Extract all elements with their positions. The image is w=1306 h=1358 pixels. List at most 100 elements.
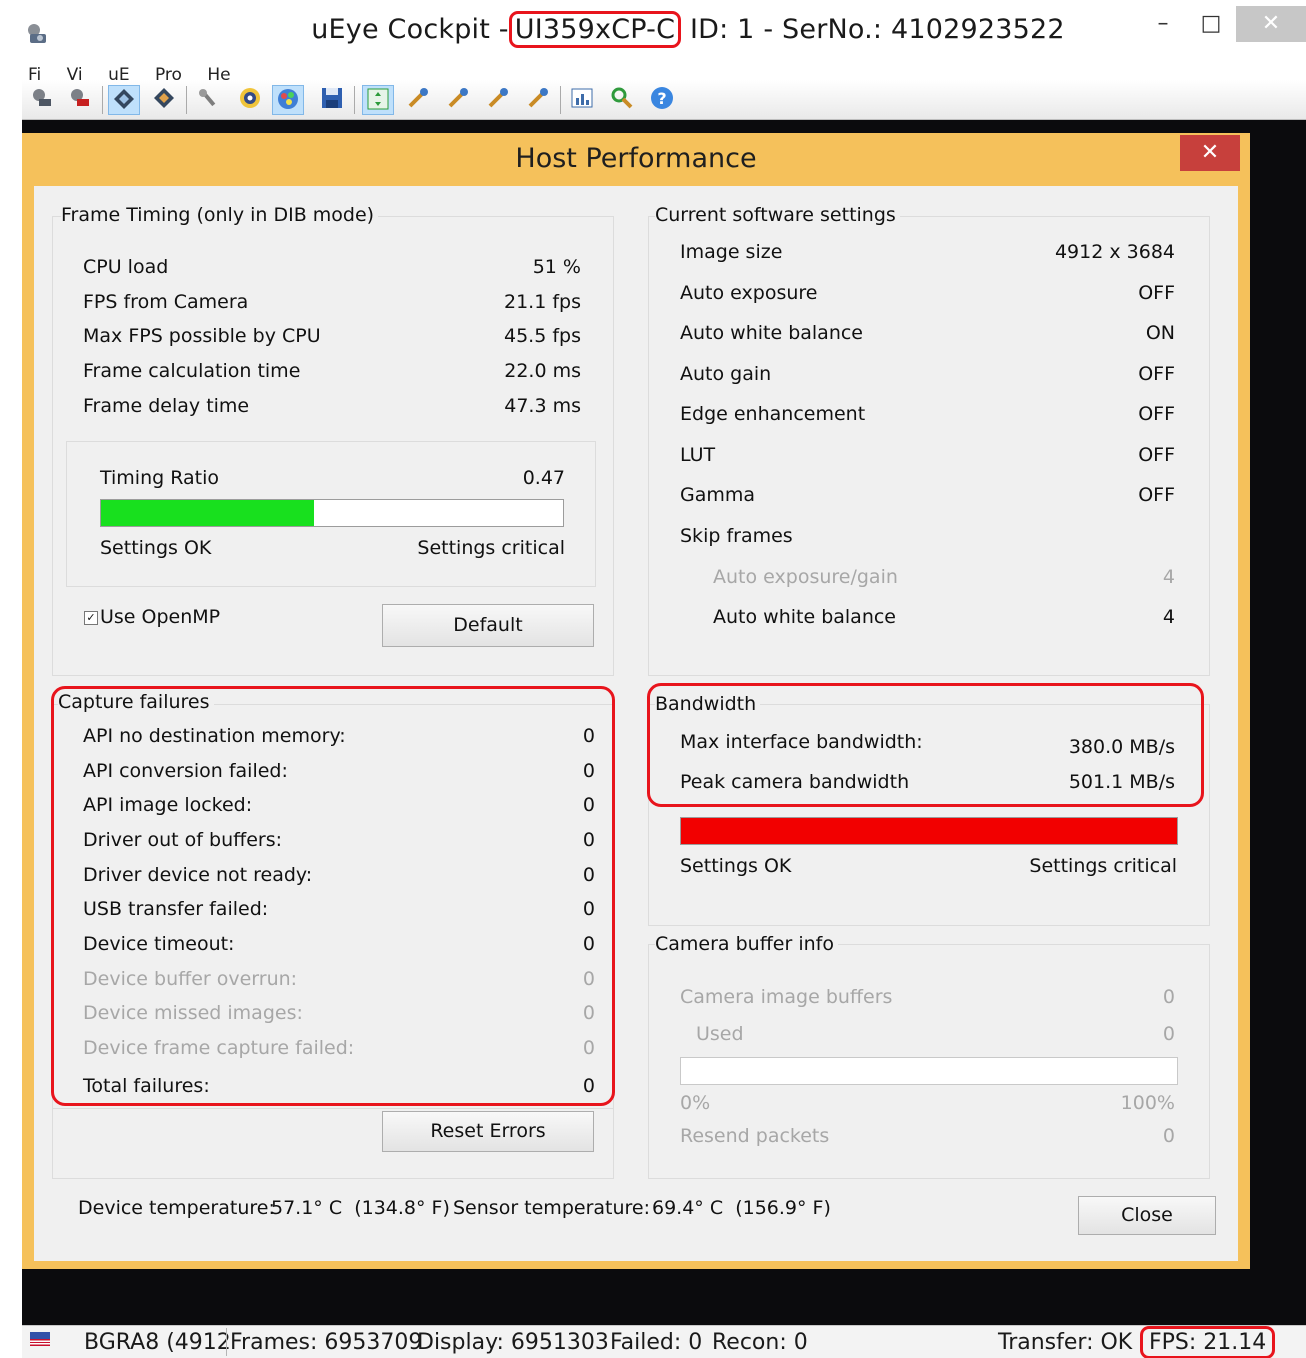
frame-delay-time-label: Frame delay time (83, 395, 250, 417)
close-button[interactable]: Close (1078, 1196, 1216, 1235)
buffers-used-label: Used (696, 1023, 744, 1045)
skip-auto-exposure-gain-value: 4 (1162, 566, 1175, 588)
gamma-value: OFF (1138, 484, 1175, 506)
failure-missed-images-value: 0 (582, 1002, 595, 1024)
zoom-1-2-icon[interactable] (442, 85, 474, 115)
resend-packets-label: Resend packets (680, 1125, 830, 1147)
max-interface-bandwidth-label: Max interface bandwidth: (680, 731, 923, 753)
histogram-icon[interactable] (566, 85, 598, 115)
live-video-icon[interactable] (108, 85, 140, 115)
failure-usb-transfer-label: USB transfer failed: (83, 898, 269, 920)
buffer-usage-bar (680, 1057, 1178, 1085)
window-title-suffix: ID: 1 - SerNo.: 4102923522 (689, 14, 1065, 45)
resend-packets-value: 0 (1162, 1125, 1175, 1147)
camera-image-buffers-value: 0 (1162, 986, 1175, 1008)
dialog-body: Frame Timing (only in DIB mode) CPU load… (34, 186, 1238, 1261)
device-temperature-label: Device temperature: (78, 1197, 275, 1219)
status-failed: Failed: 0 (610, 1330, 703, 1355)
lut-label: LUT (680, 444, 716, 466)
status-display: Display: 6951303 (417, 1330, 609, 1355)
failure-api-no-dest-value: 0 (582, 725, 595, 747)
frame-calc-time-label: Frame calculation time (83, 360, 301, 382)
bandwidth-bar (680, 817, 1178, 845)
menu-file[interactable]: Fi (22, 65, 41, 80)
frame-timing-title: Frame Timing (only in DIB mode) (61, 204, 379, 226)
timing-ratio-value: 0.47 (522, 467, 565, 489)
menu-view[interactable]: Vi (61, 65, 83, 80)
buffers-used-value: 0 (1162, 1023, 1175, 1045)
use-openmp-label: Use OpenMP (100, 606, 221, 628)
edge-enhancement-label: Edge enhancement (680, 403, 866, 425)
max-fps-cpu-value: 45.5 fps (504, 325, 581, 347)
buffer-max-label: 100% (1120, 1092, 1175, 1114)
menu-properties[interactable]: Pro (149, 65, 182, 80)
minimize-button[interactable]: – (1140, 6, 1186, 42)
frame-calc-time-value: 22.0 ms (504, 360, 581, 382)
window-titlebar: uEye Cockpit - UI359xCP-C ID: 1 - SerNo.:… (0, 0, 1306, 62)
bandwidth-settings-critical-label: Settings critical (1029, 855, 1177, 877)
sensor-temperature-value: 69.4° C (156.9° F) (652, 1197, 831, 1219)
failure-driver-not-ready-label: Driver device not ready: (83, 864, 313, 886)
maximize-button[interactable]: □ (1188, 6, 1234, 42)
failure-buffer-overrun-label: Device buffer overrun: (83, 968, 298, 990)
sensor-temperature-label: Sensor temperature: (453, 1197, 650, 1219)
window-close-button[interactable]: ✕ (1236, 6, 1306, 42)
zoom-2-1-icon[interactable] (522, 85, 554, 115)
save-icon[interactable] (316, 85, 348, 115)
failure-api-conversion-value: 0 (582, 760, 595, 782)
camera-image-buffers-label: Camera image buffers (680, 986, 893, 1008)
zoom-1-4-icon[interactable] (482, 85, 514, 115)
timing-settings-critical-label: Settings critical (417, 537, 565, 559)
timing-ratio-bar-fill (101, 500, 314, 526)
gamma-label: Gamma (680, 484, 756, 506)
svg-text:?: ? (657, 89, 666, 108)
frame-delay-time-value: 47.3 ms (504, 395, 581, 417)
fps-from-camera-value: 21.1 fps (504, 291, 581, 313)
peak-camera-bandwidth-label: Peak camera bandwidth (680, 771, 910, 793)
help-icon[interactable]: ? (646, 85, 678, 115)
menu-help[interactable]: He (201, 65, 230, 80)
menu-bar: Fi Vi uE Pro He (22, 62, 1306, 80)
edge-enhancement-value: OFF (1138, 403, 1175, 425)
status-format: BGRA8 (4912 (84, 1330, 231, 1355)
bandwidth-settings-ok-label: Settings OK (680, 855, 792, 877)
failure-buffer-overrun-value: 0 (582, 968, 595, 990)
dialog-close-button[interactable]: ✕ (1180, 135, 1240, 171)
failure-frame-capture-label: Device frame capture failed: (83, 1037, 355, 1059)
open-camera-icon[interactable] (26, 85, 58, 115)
bandwidth-title: Bandwidth (655, 693, 761, 715)
timing-ratio-bar (100, 499, 564, 527)
skip-frames-label: Skip frames (680, 525, 793, 547)
toolbar: ? (22, 80, 1306, 120)
status-fps: FPS: 21.14 (1140, 1326, 1276, 1358)
gear-icon[interactable] (234, 85, 266, 115)
failure-driver-buffers-label: Driver out of buffers: (83, 829, 283, 851)
fit-window-icon[interactable] (362, 85, 394, 115)
auto-gain-value: OFF (1138, 363, 1175, 385)
device-temperature-value: 57.1° C (134.8° F) (271, 1197, 450, 1219)
timing-settings-ok-label: Settings OK (100, 537, 212, 559)
menu-ueye[interactable]: uE (102, 65, 130, 80)
zoom-1-1-icon[interactable] (402, 85, 434, 115)
color-settings-icon[interactable] (272, 85, 304, 115)
magnifier-icon[interactable] (606, 85, 638, 115)
close-camera-icon[interactable] (64, 85, 96, 115)
failure-driver-buffers-value: 0 (582, 829, 595, 851)
buffer-min-label: 0% (680, 1092, 711, 1114)
skip-auto-white-balance-label: Auto white balance (713, 606, 896, 628)
auto-gain-label: Auto gain (680, 363, 772, 385)
max-interface-bandwidth-value: 380.0 MB/s (1068, 736, 1175, 758)
snapshot-icon[interactable] (148, 85, 180, 115)
failure-device-timeout-label: Device timeout: (83, 933, 235, 955)
fps-from-camera-label: FPS from Camera (83, 291, 249, 313)
skip-auto-exposure-gain-label: Auto exposure/gain (713, 566, 898, 588)
failure-usb-transfer-value: 0 (582, 898, 595, 920)
use-openmp-checkbox[interactable]: ✓ (84, 611, 98, 625)
capture-failures-title: Capture failures (58, 691, 214, 713)
host-performance-dialog: Host Performance ✕ Frame Timing (only in… (22, 133, 1250, 1269)
wrench-icon[interactable] (192, 85, 224, 115)
cpu-load-label: CPU load (83, 256, 169, 278)
status-recon: Recon: 0 (712, 1330, 808, 1355)
lut-value: OFF (1138, 444, 1175, 466)
default-button[interactable]: Default (382, 604, 594, 647)
